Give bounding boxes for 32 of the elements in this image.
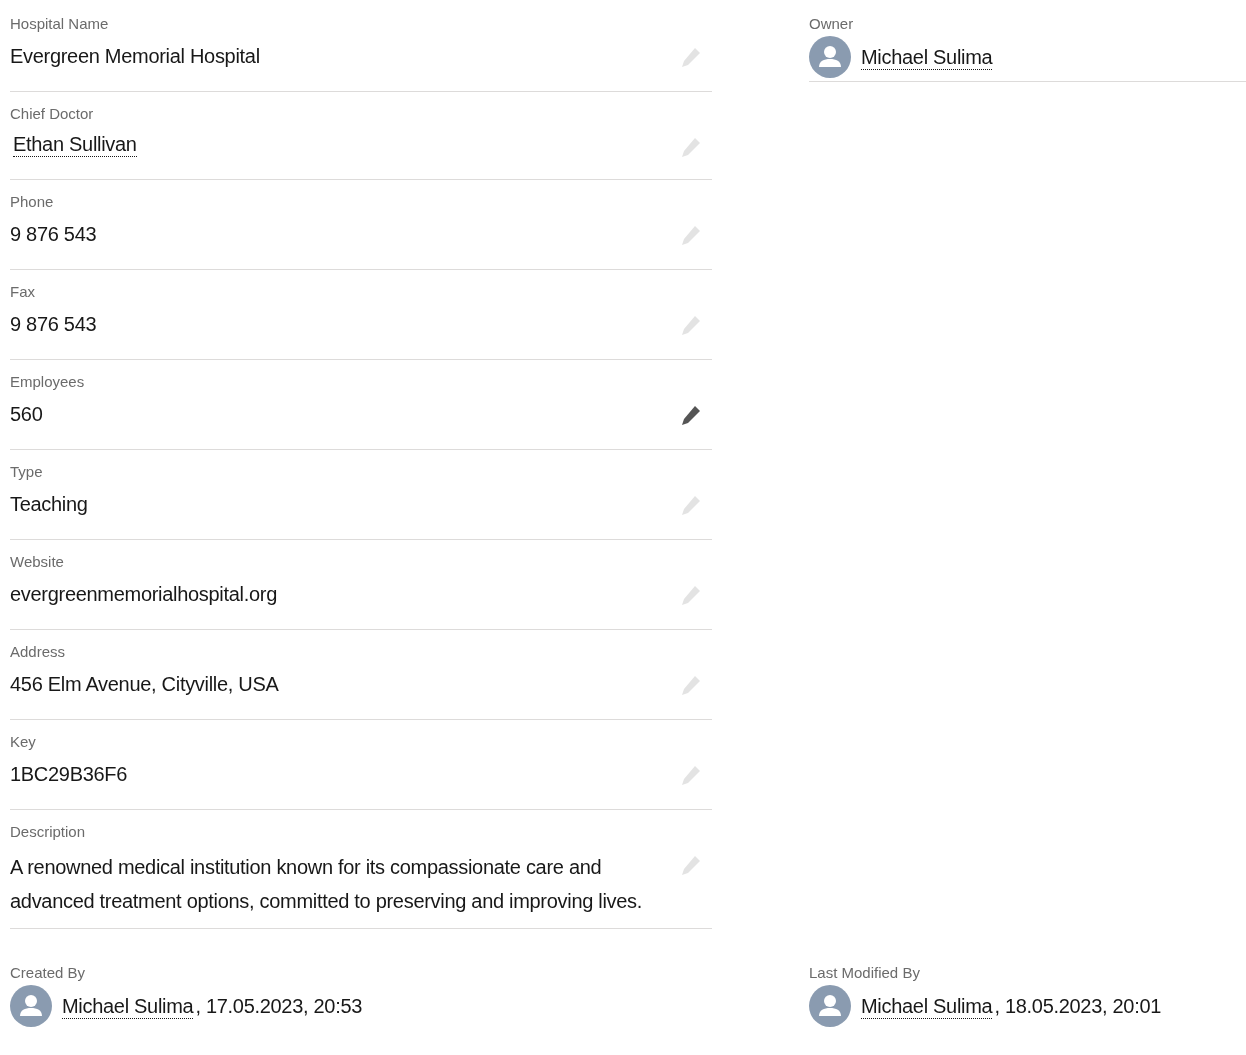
field-label: Last Modified By — [809, 963, 920, 983]
user-link[interactable]: Michael Sulima — [861, 44, 993, 70]
avatar-icon — [809, 36, 851, 78]
field-label: Hospital Name — [10, 14, 109, 34]
field-value: 9 876 543 — [10, 222, 97, 247]
field-label: Address — [10, 642, 66, 662]
field-label: Type — [10, 462, 43, 482]
pencil-icon[interactable] — [680, 404, 702, 426]
field-value: 456 Elm Avenue, Cityville, USA — [10, 672, 279, 697]
date-text: , 18.05.2023, 20:01 — [994, 994, 1162, 1018]
field-value: 560 — [10, 402, 43, 427]
field-value: evergreenmemorialhospital.org — [10, 582, 277, 607]
user-link[interactable]: Michael Sulima — [62, 993, 194, 1019]
field-value: 1BC29B36F6 — [10, 762, 128, 787]
field-label: Key — [10, 732, 36, 752]
field-label: Phone — [10, 192, 54, 212]
field-value: Evergreen Memorial Hospital — [10, 44, 260, 69]
doctor-link[interactable]: Ethan Sullivan — [13, 132, 137, 157]
avatar-icon — [809, 985, 851, 1027]
field-value: 9 876 543 — [10, 312, 97, 337]
field-value: Teaching — [10, 492, 88, 517]
avatar-icon — [10, 985, 52, 1027]
field-label: Owner — [809, 14, 854, 34]
field-label: Employees — [10, 372, 85, 392]
field-label: Created By — [10, 963, 86, 983]
field-label: Fax — [10, 282, 35, 302]
date-text: , 17.05.2023, 20:53 — [195, 994, 363, 1018]
user-link[interactable]: Michael Sulima — [861, 993, 993, 1019]
field-label: Chief Doctor — [10, 104, 94, 124]
field-label: Website — [10, 552, 64, 572]
field-label: Description — [10, 822, 86, 842]
field-value: A renowned medical institution known for its compassionate care and advanced treatment options, committed to preserving and improving lives. — [10, 855, 644, 914]
